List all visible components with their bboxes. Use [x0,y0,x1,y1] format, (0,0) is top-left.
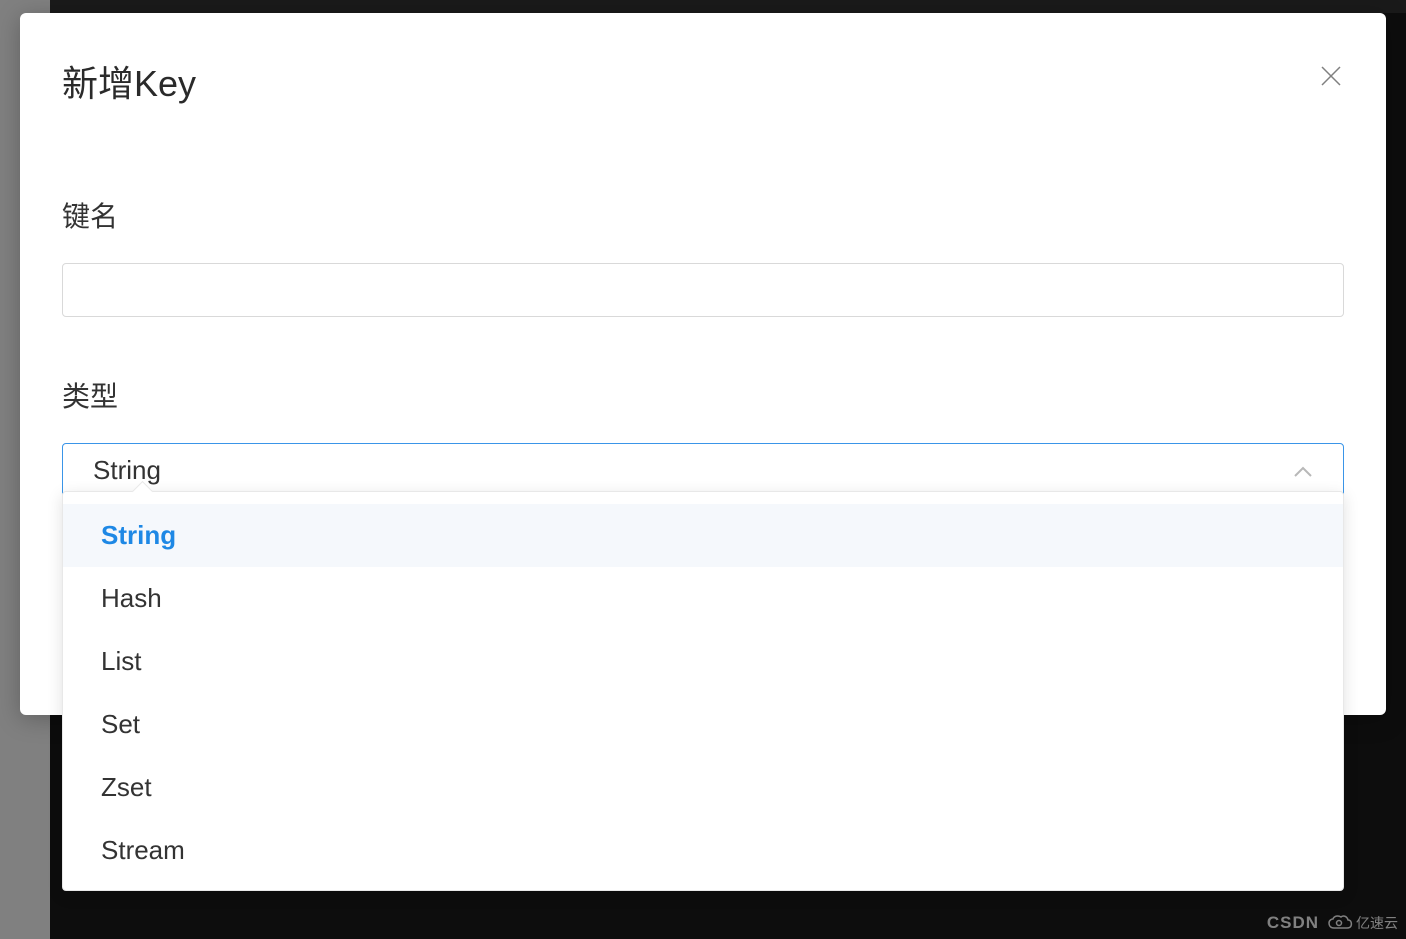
field-key-name: 键名 [62,195,1344,317]
modal-title: 新增Key [62,55,196,107]
dropdown-option-stream[interactable]: Stream [63,819,1343,882]
field-type: 类型 String [62,375,1344,497]
modal-header: 新增Key [62,55,1344,107]
watermark-yisuyun: 亿速云 [1356,913,1398,933]
close-icon [1320,65,1342,87]
new-key-modal: 新增Key 键名 类型 String String Hash List Set … [20,13,1386,715]
dropdown-option-zset[interactable]: Zset [63,756,1343,819]
key-name-label: 键名 [62,195,1344,235]
chevron-up-icon [1293,455,1313,486]
close-button[interactable] [1316,61,1346,96]
cloud-icon [1327,914,1353,932]
dropdown-option-string[interactable]: String [63,504,1343,567]
type-selected-value: String [93,455,161,486]
backdrop-titlebar [50,0,1406,13]
dropdown-option-hash[interactable]: Hash [63,567,1343,630]
dropdown-option-list[interactable]: List [63,630,1343,693]
watermark-csdn: CSDN [1267,913,1319,933]
key-name-input[interactable] [62,263,1344,317]
type-label: 类型 [62,375,1344,415]
type-select[interactable]: String [62,443,1344,497]
watermark: CSDN 亿速云 [1267,913,1398,933]
watermark-cloud: 亿速云 [1327,913,1398,933]
dropdown-option-set[interactable]: Set [63,693,1343,756]
type-dropdown: String Hash List Set Zset Stream [62,491,1344,891]
